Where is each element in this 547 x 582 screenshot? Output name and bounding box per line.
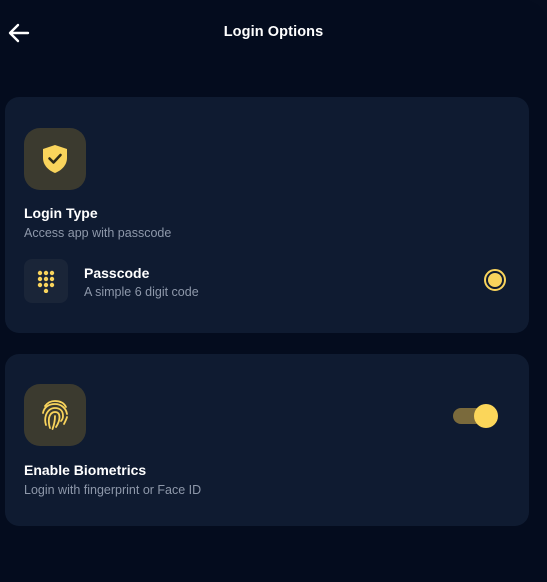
biometrics-icon-tile: [24, 384, 86, 446]
login-type-icon-tile: [24, 128, 86, 190]
biometrics-toggle[interactable]: [453, 404, 499, 428]
passcode-option[interactable]: Passcode A simple 6 digit code: [24, 259, 510, 305]
passcode-label: Passcode: [84, 265, 150, 281]
toggle-knob: [474, 404, 498, 428]
radio-selected-dot: [488, 273, 502, 287]
fingerprint-icon: [42, 400, 68, 430]
passcode-icon-tile: [24, 259, 68, 303]
login-type-heading: Login Type: [24, 205, 98, 221]
page-title: Login Options: [223, 24, 324, 40]
passcode-description: A simple 6 digit code: [84, 285, 199, 299]
login-type-subtitle: Access app with passcode: [24, 226, 172, 240]
header: Login Options: [0, 0, 547, 66]
login-options-screen: Login Options Login Type Access app with…: [0, 0, 547, 582]
shield-check-icon: [43, 145, 67, 173]
biometrics-heading: Enable Biometrics: [24, 462, 147, 478]
keypad-icon: [37, 270, 55, 293]
passcode-radio[interactable]: [484, 269, 506, 291]
biometrics-card: Enable Biometrics Login with fingerprint…: [5, 354, 529, 526]
biometrics-subtitle: Login with fingerprint or Face ID: [24, 483, 202, 497]
login-type-card: Login Type Access app with passcode Pass…: [5, 97, 529, 333]
